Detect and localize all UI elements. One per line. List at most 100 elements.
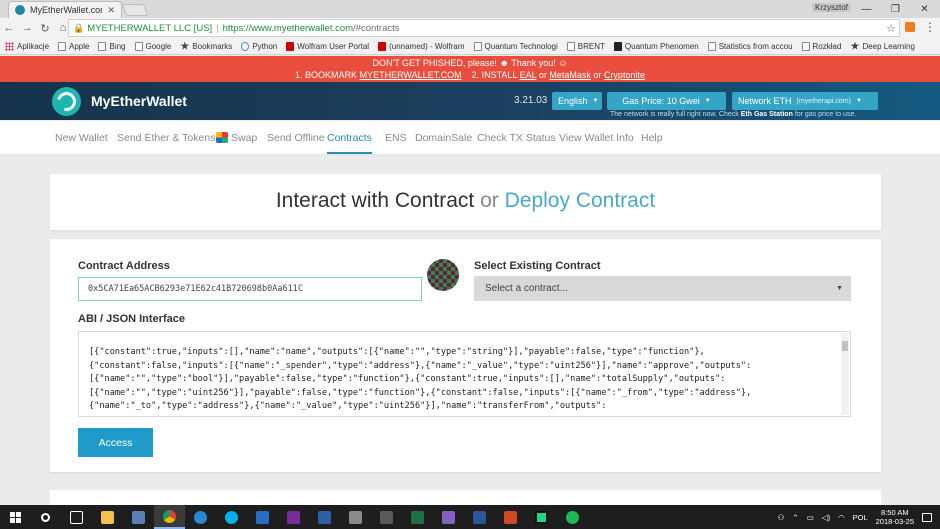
or-text-2: or xyxy=(593,70,602,80)
restore-icon[interactable]: ❐ xyxy=(881,0,910,18)
bookmark-item[interactable]: Wolfram User Portal xyxy=(286,41,369,51)
gas-network-note: The network is really full right now. Ch… xyxy=(610,111,856,118)
nav-check-tx-status[interactable]: Check TX Status xyxy=(477,132,556,144)
powershell-button[interactable] xyxy=(309,505,340,529)
app-icon xyxy=(256,510,269,524)
wifi-icon[interactable]: ◠ xyxy=(838,513,845,522)
select-contract-placeholder: Select a contract... xyxy=(485,283,568,294)
gas-price-dropdown[interactable]: Gas Price: 10 Gwei ▼ xyxy=(607,92,726,110)
network-dropdown[interactable]: Network ETH (myetherapi.com) ▼ xyxy=(732,92,878,110)
powerpoint-button[interactable] xyxy=(495,505,526,529)
nav-new-wallet[interactable]: New Wallet xyxy=(55,132,108,144)
search-taskbar-button[interactable] xyxy=(30,505,61,529)
chevron-up-icon[interactable]: ⌃ xyxy=(792,513,798,522)
contracts-title-card: Interact with Contract or Deploy Contrac… xyxy=(50,174,881,230)
people-icon[interactable]: ⚇ xyxy=(778,513,785,522)
bookmark-item[interactable]: Python xyxy=(241,41,277,51)
bookmark-item[interactable]: Aplikacje xyxy=(5,41,49,51)
bookmark-item[interactable]: Bing xyxy=(98,41,126,51)
address-bar[interactable]: 🔒 MYETHERWALLET LLC [US] | https://www.m… xyxy=(68,19,900,37)
bookmark-label: Quantum Phenomen xyxy=(624,41,699,51)
word-button[interactable] xyxy=(464,505,495,529)
cryptonite-link[interactable]: Cryptonite xyxy=(604,70,645,80)
task-view-icon xyxy=(70,510,83,524)
calculator-button[interactable] xyxy=(371,505,402,529)
gas-note-text-end: for gas price to use. xyxy=(794,111,857,118)
pycharm-button[interactable] xyxy=(526,505,557,529)
bookmark-item[interactable]: BRENT xyxy=(566,41,605,51)
site-logo-text[interactable]: MyEtherWallet xyxy=(91,93,187,109)
browser-toolbar: ← → ↻ ⌂ 🔒 MYETHERWALLET LLC [US] | https… xyxy=(0,18,940,38)
browser-menu-icon[interactable]: ⋮ xyxy=(924,20,936,34)
myetherwallet-logo-icon[interactable] xyxy=(52,87,81,116)
bookmark-item[interactable]: Deep Learning xyxy=(850,41,915,51)
bookmark-star-icon[interactable]: ☆ xyxy=(886,22,896,35)
contract-address-input[interactable]: 0x5CA71Ea65ACB6293e71E62c41B720698b0Aa61… xyxy=(78,277,422,301)
bookmark-item[interactable]: Statistics from accou xyxy=(707,41,793,51)
dark-icon xyxy=(613,41,622,51)
page-icon xyxy=(98,41,107,51)
nav-view-wallet-info[interactable]: View Wallet Info xyxy=(559,132,634,144)
close-tab-icon[interactable]: ✕ xyxy=(107,5,115,16)
page-icon xyxy=(58,41,67,51)
battery-icon[interactable]: ▭ xyxy=(807,513,814,522)
nav-contracts[interactable]: Contracts xyxy=(327,132,372,154)
onenote-button[interactable] xyxy=(278,505,309,529)
clock-date: 2018-03-25 xyxy=(875,517,914,526)
edge-button[interactable] xyxy=(185,505,216,529)
new-tab-button[interactable] xyxy=(121,4,149,16)
bookmark-item[interactable]: Rozkład xyxy=(801,41,841,51)
address-identicon xyxy=(427,259,459,291)
bookmark-mew-link[interactable]: MYETHERWALLET.COM xyxy=(360,70,462,80)
file-explorer-button[interactable] xyxy=(92,505,123,529)
interact-title[interactable]: Interact with Contract xyxy=(276,189,474,212)
bookmark-item[interactable]: Google xyxy=(134,41,171,51)
eal-link[interactable]: EAL xyxy=(520,70,537,80)
chrome-taskbar-button[interactable] xyxy=(154,505,185,529)
bookmark-item[interactable]: Apple xyxy=(58,41,89,51)
app-button[interactable] xyxy=(340,505,371,529)
deploy-contract-link[interactable]: Deploy Contract xyxy=(505,189,656,212)
excel-button[interactable] xyxy=(402,505,433,529)
calculator-icon xyxy=(380,510,393,524)
app-button[interactable] xyxy=(247,505,278,529)
visual-studio-button[interactable] xyxy=(433,505,464,529)
bookmark-item[interactable]: Quantum Technologi xyxy=(473,41,558,51)
eth-gas-station-link[interactable]: Eth Gas Station xyxy=(741,111,793,118)
language-dropdown[interactable]: English ▼ xyxy=(552,92,602,110)
clock[interactable]: 8:50 AM 2018-03-25 xyxy=(876,508,914,526)
nav-swap[interactable]: Swap xyxy=(216,132,257,144)
reload-icon[interactable]: ↻ xyxy=(36,22,54,35)
notifications-icon[interactable] xyxy=(922,512,932,522)
bookmark-item[interactable]: Quantum Phenomen xyxy=(613,41,699,51)
contract-address-label: Contract Address xyxy=(78,260,170,272)
browser-tab[interactable]: MyEtherWallet.com ✕ xyxy=(8,1,122,18)
access-button[interactable]: Access xyxy=(78,428,153,457)
select-contract-dropdown[interactable]: Select a contract... ▼ xyxy=(474,276,851,301)
abi-scrollbar[interactable] xyxy=(841,333,849,415)
forward-arrow-icon[interactable]: → xyxy=(18,22,36,34)
address-separator: | xyxy=(216,22,219,34)
skype-button[interactable] xyxy=(216,505,247,529)
back-arrow-icon[interactable]: ← xyxy=(0,22,18,34)
app-button[interactable] xyxy=(123,505,154,529)
nav-send-offline[interactable]: Send Offline xyxy=(267,132,325,144)
nav-ens[interactable]: ENS xyxy=(385,132,407,144)
start-button[interactable] xyxy=(0,511,30,523)
input-language[interactable]: POL xyxy=(853,513,868,522)
metamask-link[interactable]: MetaMask xyxy=(549,70,591,80)
nav-help[interactable]: Help xyxy=(641,132,663,144)
minimize-icon[interactable]: — xyxy=(852,0,881,18)
task-view-button[interactable] xyxy=(61,505,92,529)
browser-user-name[interactable]: Krzysztof xyxy=(812,3,851,12)
bookmark-item[interactable]: (unnamed) - Wolfram xyxy=(378,41,465,51)
interact-contract-form: Contract Address 0x5CA71Ea65ACB6293e71E6… xyxy=(50,239,881,472)
abi-json-textarea[interactable]: [{"constant":true,"inputs":[],"name":"na… xyxy=(78,331,851,417)
nav-send-ether-tokens[interactable]: Send Ether & Tokens xyxy=(117,132,215,144)
nav-domainsale[interactable]: DomainSale xyxy=(415,132,472,144)
close-window-icon[interactable]: ✕ xyxy=(910,0,939,18)
bookmark-item[interactable]: Bookmarks xyxy=(180,41,232,51)
extension-icon[interactable] xyxy=(905,22,915,32)
volume-icon[interactable]: ◁) xyxy=(822,513,830,522)
spotify-button[interactable] xyxy=(557,505,588,529)
